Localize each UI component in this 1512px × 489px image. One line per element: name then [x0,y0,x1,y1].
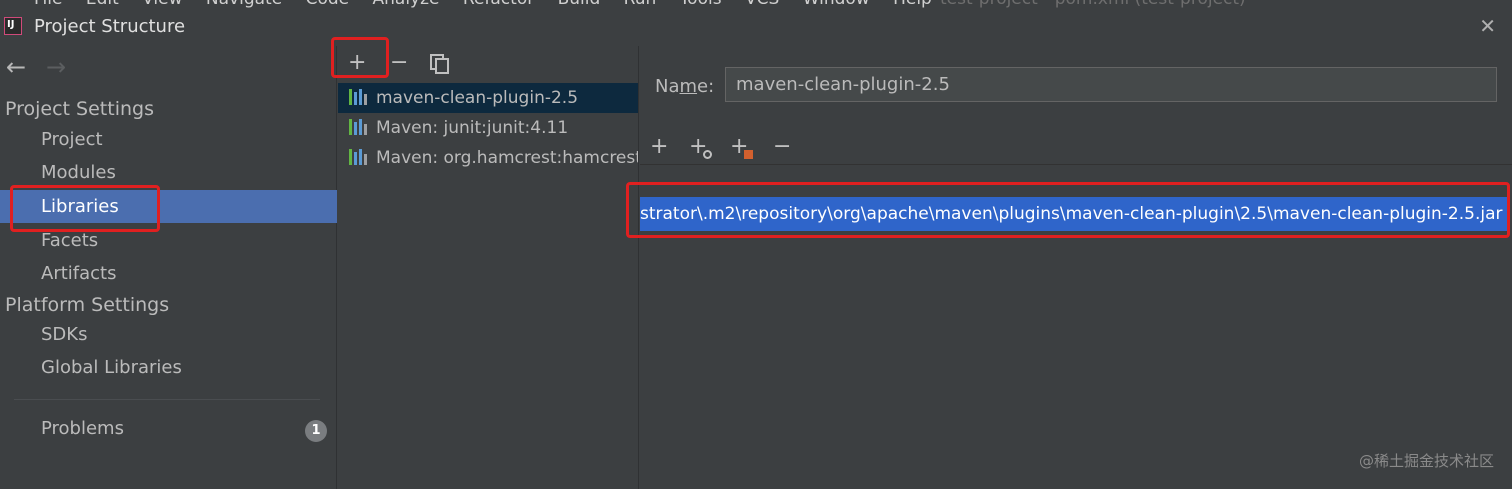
watermark-text: @稀土掘金技术社区 [1358,452,1494,470]
sidebar-item-artifacts[interactable]: Artifacts [0,257,337,290]
dialog-title: Project Structure [34,16,186,37]
library-item[interactable]: maven-clean-plugin-2.5 [338,83,638,113]
library-icon [349,149,369,165]
window-title: test-project - pom.xml (test-project) [940,0,1246,8]
library-icon [349,89,369,105]
name-label: Name: [655,76,715,97]
problems-count-badge: 1 [305,420,327,442]
library-item[interactable]: Maven: junit:junit:4.11 [338,113,638,143]
menu-items[interactable]: File Edit View Navigate Code Analyze Ref… [34,0,932,8]
menu-bar: File Edit View Navigate Code Analyze Ref… [0,0,1512,8]
library-list-panel: + − maven-clean-plugin-2.5 Maven: junit:… [338,46,639,489]
annotation-highlight-add-button [331,37,389,78]
globe-icon [703,150,712,159]
annotation-highlight-path [626,182,1510,238]
sidebar-divider [14,399,320,400]
library-details-panel: Name: maven-clean-plugin-2.5 + + + − str… [640,46,1512,489]
close-icon[interactable]: ✕ [1479,14,1496,38]
add-remote-root-button[interactable]: + [689,134,713,160]
annotation-highlight-libraries [10,185,160,232]
forward-arrow-icon: → [46,53,67,81]
sidebar-item-global-libraries[interactable]: Global Libraries [0,351,337,384]
sidebar-item-project[interactable]: Project [0,123,337,156]
project-settings-heading: Project Settings [5,98,154,120]
sidebar-item-sdks[interactable]: SDKs [0,318,337,351]
sidebar-item-problems[interactable]: Problems 1 [0,412,337,445]
library-item[interactable]: Maven: org.hamcrest:hamcrest-core:1.3 [338,143,638,173]
back-arrow-icon[interactable]: ← [6,53,26,81]
library-icon [349,119,369,135]
folder-icon [744,150,753,159]
add-root-button[interactable]: + [650,134,668,159]
copy-library-button[interactable] [430,54,452,76]
remove-root-button[interactable]: − [773,134,791,159]
remove-library-button[interactable]: − [390,52,408,74]
dialog-titlebar: IJ Project Structure ✕ [0,8,1512,46]
library-name-input[interactable]: maven-clean-plugin-2.5 [725,67,1497,102]
settings-sidebar: Project Settings Project Modules Librari… [0,46,337,489]
intellij-app-icon: IJ [4,17,22,35]
add-folder-root-button[interactable]: + [730,134,754,160]
platform-settings-heading: Platform Settings [5,294,170,316]
